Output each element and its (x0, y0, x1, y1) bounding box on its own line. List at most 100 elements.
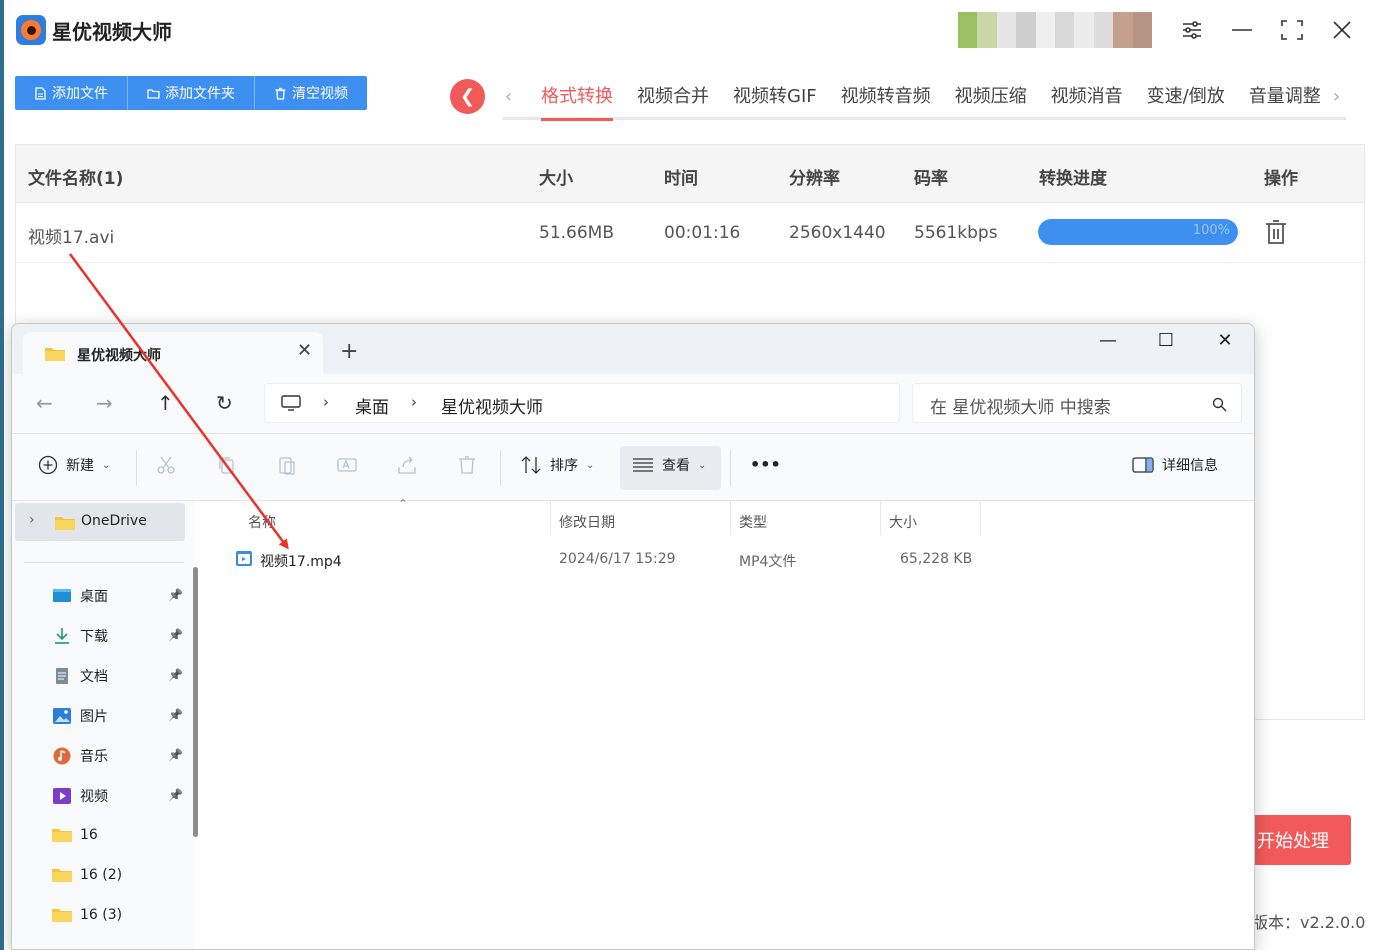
tab-list: 格式转换 视频合并 视频转GIF 视频转音频 视频压缩 视频消音 变速/倒放 音量调整 (541, 82, 1345, 121)
sidebar-item-2[interactable]: 下载 (52, 626, 108, 646)
settings-sliders-icon[interactable] (1180, 18, 1204, 42)
search-placeholder: 在 星优视频大师 中搜索 (930, 398, 1111, 418)
minimize-icon[interactable] (1230, 18, 1254, 42)
pin-icon: 📌 (168, 788, 183, 802)
new-button[interactable]: 新建 ⌄ (38, 455, 110, 475)
chevron-down-icon: ⌄ (102, 459, 111, 471)
tab-6[interactable]: 视频消音 (1051, 82, 1135, 118)
header-action: 操作 (1264, 169, 1298, 189)
sidebar-item-1[interactable]: 桌面 (52, 586, 108, 606)
up-arrow-icon[interactable]: ↑ (157, 391, 174, 415)
cut-icon[interactable] (156, 455, 176, 475)
download-icon (55, 628, 69, 644)
folder-icon (55, 517, 75, 530)
column-modified[interactable]: 修改日期 (559, 512, 615, 532)
column-separator (880, 501, 881, 535)
address-bar[interactable]: › 桌面 › 星优视频大师 (264, 383, 900, 423)
details-pane-button[interactable]: 详细信息 (1132, 455, 1218, 475)
cell-time: 00:01:16 (664, 223, 741, 243)
collapse-left-button[interactable]: ❮ (450, 79, 485, 114)
column-separator (980, 501, 981, 535)
sidebar-scrollbar[interactable] (193, 567, 198, 837)
sidebar-item-label: 下载 (80, 629, 108, 645)
close-tab-icon[interactable]: ✕ (297, 340, 312, 361)
cell-size: 51.66MB (539, 223, 614, 243)
computer-icon (281, 395, 301, 411)
desktop-icon (53, 589, 71, 602)
sidebar-item-3[interactable]: 文档 (52, 666, 108, 686)
copy-icon[interactable] (217, 455, 237, 475)
version-label: 版本：v2.2.0.0 (1252, 913, 1366, 932)
mp4-file-icon (236, 551, 252, 566)
explorer-tab[interactable]: 星优视频大师 ✕ (23, 332, 323, 374)
sort-button[interactable]: 排序 ⌄ (520, 455, 594, 475)
breadcrumb-current-folder[interactable]: 星优视频大师 (441, 393, 543, 418)
sidebar-item-4[interactable]: 图片 (52, 706, 108, 726)
sidebar-item-label: 16 (80, 827, 98, 843)
paste-icon[interactable] (277, 455, 297, 475)
search-box[interactable]: 在 星优视频大师 中搜索 (912, 383, 1242, 423)
refresh-icon[interactable]: ↻ (216, 391, 233, 415)
start-processing-button[interactable]: 开始处理 (1240, 815, 1351, 865)
tab-1[interactable]: 格式转换 (541, 82, 625, 121)
share-icon[interactable] (397, 455, 417, 475)
clear-videos-button[interactable]: 清空视频 (255, 76, 367, 110)
sidebar-item-8[interactable]: 16 (2) (52, 866, 122, 884)
more-options-button[interactable]: ••• (750, 455, 781, 474)
rename-icon[interactable] (337, 455, 357, 475)
user-avatar-blurred[interactable] (958, 12, 1153, 48)
folder-icon (52, 829, 72, 842)
add-folder-button[interactable]: 添加文件夹 (128, 76, 255, 110)
pin-icon: 📌 (168, 588, 183, 602)
tab-scroll-right-icon[interactable]: › (1333, 86, 1340, 107)
new-tab-plus-icon[interactable]: + (340, 339, 358, 364)
tab-4[interactable]: 视频转音频 (841, 82, 943, 118)
folder-icon (52, 909, 72, 922)
view-button[interactable]: 查看 ⌄ (632, 455, 706, 475)
forward-arrow-icon[interactable]: → (96, 391, 113, 415)
column-size[interactable]: 大小 (889, 512, 917, 532)
maximize-icon[interactable] (1280, 18, 1304, 42)
breadcrumb-desktop[interactable]: 桌面 (355, 393, 389, 418)
sidebar-item-6[interactable]: 视频 (52, 786, 108, 806)
plus-circle-icon (38, 455, 58, 475)
chevron-right-icon: › (29, 512, 35, 528)
tab-5[interactable]: 视频压缩 (955, 82, 1039, 118)
tab-2[interactable]: 视频合并 (637, 82, 721, 118)
sidebar-item-7[interactable]: 16 (52, 826, 98, 844)
header-size: 大小 (539, 169, 573, 189)
chevron-down-icon: ⌄ (698, 459, 707, 471)
delete-trash-icon[interactable] (1264, 219, 1288, 245)
file-list-pane: ⌃ 名称 修改日期 类型 大小 视频17.mp4 2024/6/17 15:29… (206, 497, 1254, 949)
tab-7[interactable]: 变速/倒放 (1147, 82, 1237, 118)
explorer-minimize-icon[interactable]: — (1096, 330, 1120, 351)
cell-bitrate: 5561kbps (914, 223, 998, 243)
file-row[interactable]: 视频17.mp4 2024/6/17 15:29 MP4文件 65,228 KB (206, 544, 1254, 574)
back-arrow-icon[interactable]: ← (36, 391, 53, 415)
close-icon[interactable] (1330, 18, 1354, 42)
trash-icon (275, 87, 286, 100)
list-view-icon (633, 458, 653, 472)
add-file-button[interactable]: 添加文件 (15, 76, 128, 110)
folder-icon (52, 869, 72, 882)
explorer-nav-bar: ← → ↑ ↻ › 桌面 › 星优视频大师 在 星优视频大师 中搜索 (12, 374, 1254, 434)
sidebar-item-label: 16 (3) (80, 907, 123, 923)
sidebar-item-label: 桌面 (80, 589, 108, 605)
sidebar-item-5[interactable]: 音乐 (52, 746, 108, 766)
tab-3[interactable]: 视频转GIF (733, 82, 829, 118)
delete-icon[interactable] (457, 455, 477, 475)
sidebar-item-9[interactable]: 16 (3) (52, 906, 122, 924)
sort-ascending-icon: ⌃ (398, 497, 409, 511)
column-name[interactable]: 名称 (248, 512, 276, 532)
explorer-maximize-icon[interactable]: ☐ (1154, 330, 1178, 351)
tab-8[interactable]: 音量调整 (1249, 82, 1333, 118)
column-type[interactable]: 类型 (739, 512, 767, 532)
table-row[interactable]: 视频17.avi 51.66MB 00:01:16 2560x1440 5561… (16, 203, 1364, 263)
clear-videos-label: 清空视频 (292, 86, 348, 102)
tab-scroll-left-icon[interactable]: ‹ (505, 86, 512, 107)
cell-name: 视频17.avi (28, 228, 115, 248)
explorer-close-icon[interactable]: ✕ (1213, 330, 1237, 351)
document-icon (56, 668, 68, 684)
sidebar-item-onedrive[interactable]: › OneDrive (15, 503, 185, 541)
onedrive-label: OneDrive (81, 513, 147, 529)
